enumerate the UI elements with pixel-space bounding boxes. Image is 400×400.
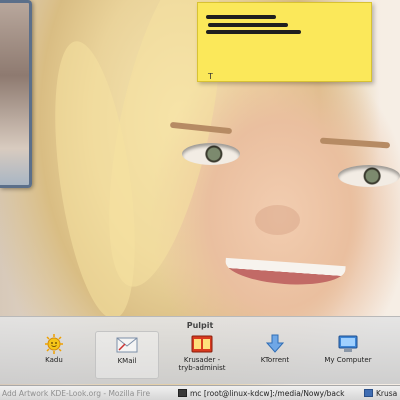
task-label: Add Artwork KDE-Look.org - Mozilla Fire — [2, 389, 151, 398]
kadu-sun-icon — [45, 334, 63, 354]
window-thumbnail[interactable] — [0, 0, 32, 188]
mouth — [224, 257, 346, 289]
task-label: mc [root@linux-kdcw]:/media/Nowy/back — [190, 389, 345, 398]
nose — [255, 205, 300, 235]
ktorrent-icon — [265, 334, 285, 353]
eyebrow-right — [319, 137, 391, 149]
krusader-icon — [364, 389, 373, 397]
taskbar-item-krusader[interactable]: Krusa — [364, 387, 400, 400]
taskbar: Add Artwork KDE-Look.org - Mozilla Fire … — [0, 385, 400, 400]
redacted-text — [206, 30, 301, 34]
eye-left — [182, 143, 240, 165]
pulpit-panel: Pulpit Kadu KMail Krusader - tryb-admini… — [0, 316, 400, 384]
sticky-note[interactable]: T — [197, 2, 372, 82]
launcher-label: Kadu — [45, 356, 63, 364]
panel-title: Pulpit — [186, 321, 214, 330]
taskbar-item-terminal[interactable]: mc [root@linux-kdcw]:/media/Nowy/back — [178, 387, 358, 400]
launcher-label: KTorrent — [260, 356, 290, 364]
launcher-ktorrent[interactable]: KTorrent — [243, 331, 307, 379]
launcher-kadu[interactable]: Kadu — [22, 331, 86, 379]
launcher-krusader[interactable]: Krusader - tryb-administ — [170, 331, 234, 379]
redacted-text — [208, 23, 288, 27]
krusader-icon — [191, 335, 213, 353]
redacted-text — [206, 15, 276, 19]
taskbar-item-firefox[interactable]: Add Artwork KDE-Look.org - Mozilla Fire — [2, 387, 167, 400]
eye-right — [338, 165, 400, 187]
launcher-kmail[interactable]: KMail — [95, 331, 159, 379]
task-label: Krusa — [376, 389, 398, 398]
terminal-icon — [178, 389, 187, 397]
launcher-label: Krusader - tryb-administ — [178, 356, 226, 372]
launcher-label: My Computer — [324, 356, 372, 364]
computer-icon — [338, 335, 358, 352]
launcher-my-computer[interactable]: My Computer — [316, 331, 380, 379]
text-cursor-icon: T — [208, 72, 213, 81]
kmail-icon — [116, 337, 138, 353]
launcher-label: KMail — [117, 357, 137, 365]
